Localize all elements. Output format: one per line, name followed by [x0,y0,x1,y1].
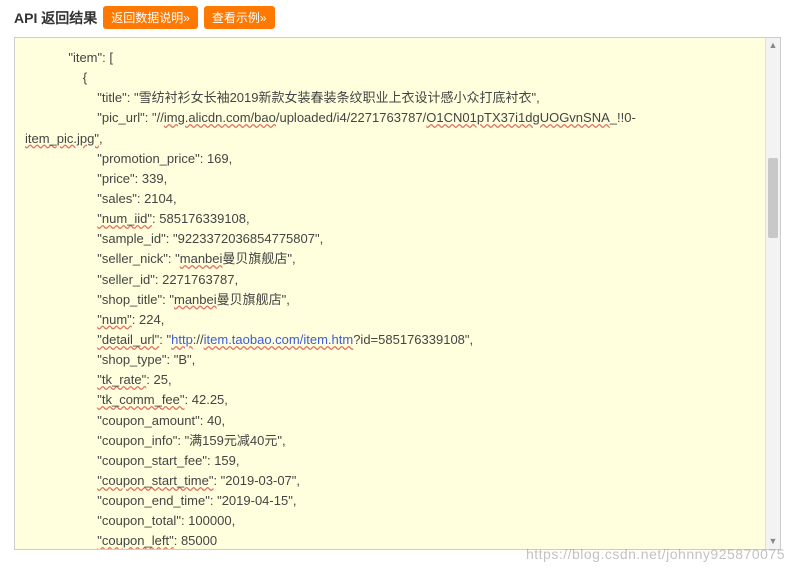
json-scroll-area[interactable]: "item": [ { "title": "雪纺衬衫女长袖2019新款女装春装条… [15,38,780,549]
scrollbar[interactable]: ▲ ▼ [765,38,780,549]
scroll-down-icon[interactable]: ▼ [766,534,780,549]
scroll-thumb[interactable] [768,158,778,238]
explain-button[interactable]: 返回数据说明» [103,6,198,29]
json-viewer: "item": [ { "title": "雪纺衬衫女长袖2019新款女装春装条… [14,37,781,550]
json-code: "item": [ { "title": "雪纺衬衫女长袖2019新款女装春装条… [25,48,778,549]
example-button[interactable]: 查看示例» [204,6,275,29]
header: API 返回结果 返回数据说明» 查看示例» [0,0,795,37]
page-title: API 返回结果 [14,8,97,28]
scroll-up-icon[interactable]: ▲ [766,38,780,53]
